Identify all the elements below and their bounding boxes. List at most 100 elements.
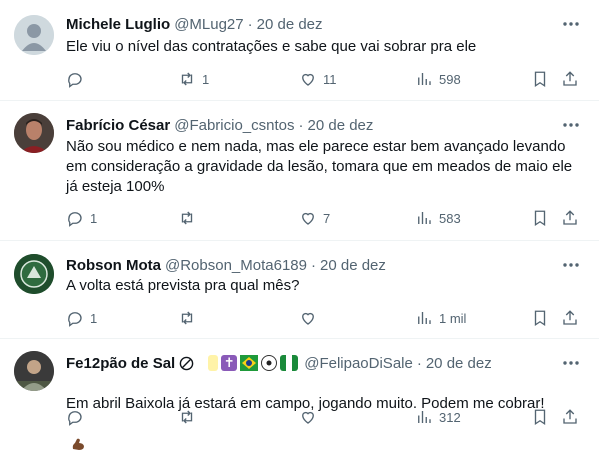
more-icon[interactable]: [561, 355, 581, 371]
retweet-button[interactable]: [178, 407, 202, 427]
views-button[interactable]: 598: [415, 69, 461, 89]
reply-icon: [68, 212, 82, 227]
avatar[interactable]: [14, 113, 54, 153]
tweet-date[interactable]: 20 de dez: [308, 117, 374, 134]
views-count: 598: [439, 71, 461, 87]
reply-button[interactable]: 1: [66, 208, 97, 228]
reply-icon: [68, 312, 82, 327]
retweet-icon: [181, 72, 193, 86]
brazil-flag-icon: [240, 355, 259, 371]
tweet-text: A volta está prevista pra qual mês?: [66, 277, 300, 294]
retweet-button[interactable]: 1: [178, 69, 209, 89]
more-icon[interactable]: [561, 16, 581, 32]
separator-dot: ·: [247, 15, 253, 33]
like-count: 11: [323, 71, 337, 87]
views-icon: [418, 73, 431, 85]
views-count: 312: [439, 409, 461, 425]
action-bar: 1 11 598: [66, 69, 581, 89]
soccer-ball-icon: [261, 355, 278, 371]
tweet-text: Ele viu o nível das contratações e sabe …: [66, 38, 477, 55]
tweet-date[interactable]: 20 de dez: [257, 16, 323, 33]
tweet-date[interactable]: 20 de dez: [320, 257, 386, 274]
views-icon: [418, 312, 431, 324]
author-name[interactable]: Fe12pão de Sal: [66, 355, 175, 372]
avatar[interactable]: [14, 351, 54, 391]
action-bar: 1 1 mil: [66, 308, 581, 328]
author-handle[interactable]: @Fabricio_csntos: [174, 117, 294, 134]
action-bar: 1 7 583: [66, 208, 581, 228]
cross-emoji-icon: ✝: [221, 355, 238, 371]
views-count: 1 mil: [439, 310, 467, 326]
tweet[interactable]: Robson Mota @Robson_Mota6189 · 20 de dez…: [0, 241, 599, 339]
separator-dot: ·: [311, 256, 316, 274]
like-button[interactable]: 11: [299, 69, 337, 89]
retweet-icon: [181, 311, 193, 325]
retweet-button[interactable]: [178, 308, 202, 328]
reply-feed: Michele Luglio @MLug27 · 20 de dez Ele v…: [0, 0, 599, 451]
reply-button[interactable]: 1: [66, 308, 97, 328]
club-crest-icon: [14, 254, 54, 294]
bookmark-icon: [534, 71, 546, 88]
author-handle[interactable]: @Robson_Mota6189: [165, 257, 307, 274]
like-icon: [302, 212, 314, 225]
views-icon: [418, 212, 431, 224]
reply-count: 1: [90, 210, 98, 226]
views-button[interactable]: 312: [415, 407, 461, 427]
tweet[interactable]: Fabrício César @Fabricio_csntos · 20 de …: [0, 101, 599, 241]
nigeria-flag-icon: [280, 355, 299, 371]
retweet-button[interactable]: [178, 208, 202, 228]
share-button[interactable]: [561, 407, 579, 427]
reply-icon: [68, 73, 82, 88]
like-button[interactable]: [299, 407, 323, 427]
views-button[interactable]: 583: [415, 208, 461, 228]
tweet[interactable]: Fe12pão de Sal ✝ @FelipaoDiSale · 20 de …: [0, 339, 599, 451]
like-button[interactable]: 7: [299, 208, 330, 228]
candle-emoji-icon: [208, 355, 219, 371]
bookmark-button[interactable]: [531, 69, 549, 89]
reply-icon: [68, 411, 82, 426]
author-handle[interactable]: @FelipaoDiSale: [304, 355, 413, 372]
bookmark-icon: [534, 210, 546, 227]
share-button[interactable]: [561, 69, 579, 89]
share-icon: [563, 409, 577, 424]
retweet-icon: [181, 410, 193, 424]
reply-button[interactable]: [66, 407, 90, 427]
more-icon[interactable]: [561, 117, 581, 133]
bookmark-icon: [534, 409, 546, 426]
separator-dot: ·: [416, 354, 422, 372]
no-entry-icon: [179, 356, 194, 371]
author-name[interactable]: Michele Luglio: [66, 16, 170, 33]
user-photo-icon: [14, 351, 54, 391]
views-icon: [418, 411, 431, 423]
bookmark-button[interactable]: [531, 308, 549, 328]
more-icon[interactable]: [561, 257, 581, 273]
like-button[interactable]: [299, 308, 323, 328]
like-icon: [302, 411, 314, 424]
reply-button[interactable]: [66, 69, 90, 89]
like-icon: [302, 73, 314, 86]
share-icon: [563, 210, 577, 225]
author-handle[interactable]: @MLug27: [174, 16, 243, 33]
tweet-date[interactable]: 20 de dez: [426, 355, 492, 372]
tweet[interactable]: Michele Luglio @MLug27 · 20 de dez Ele v…: [0, 0, 599, 101]
share-icon: [563, 71, 577, 86]
bookmark-button[interactable]: [531, 407, 549, 427]
avatar[interactable]: [14, 254, 54, 294]
retweet-icon: [181, 211, 193, 225]
author-name[interactable]: Fabrício César: [66, 117, 170, 134]
action-bar: 312: [66, 407, 581, 427]
tweet-text: Não sou médico e nem nada, mas ele parec…: [66, 138, 573, 195]
author-name[interactable]: Robson Mota: [66, 257, 161, 274]
like-count: 7: [323, 210, 331, 226]
separator-dot: ·: [298, 116, 304, 134]
retweet-count: 1: [202, 71, 210, 87]
share-icon: [563, 310, 577, 325]
avatar[interactable]: [14, 15, 54, 55]
user-photo-icon: [14, 113, 54, 153]
share-button[interactable]: [561, 308, 579, 328]
bookmark-button[interactable]: [531, 208, 549, 228]
views-button[interactable]: 1 mil: [415, 308, 466, 328]
views-count: 583: [439, 210, 461, 226]
share-button[interactable]: [561, 208, 579, 228]
reply-count: 1: [90, 310, 98, 326]
